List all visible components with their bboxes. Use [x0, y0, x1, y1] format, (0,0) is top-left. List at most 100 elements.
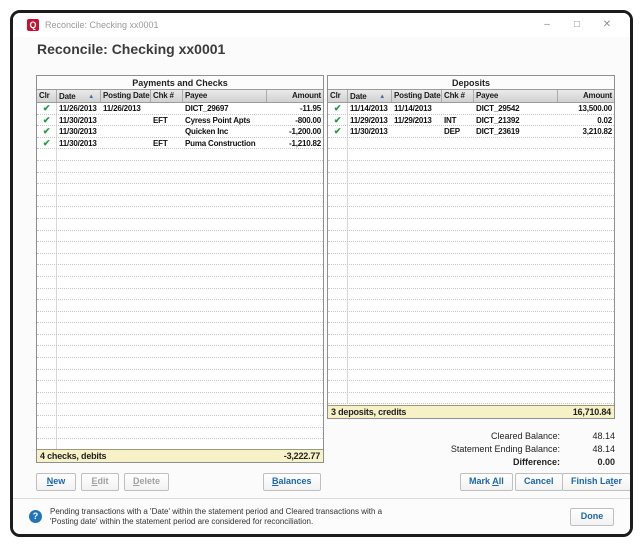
clr-cell: [328, 300, 348, 311]
date-cell: [57, 161, 101, 172]
cancel-button[interactable]: Cancel: [515, 473, 563, 491]
balance-summary: Cleared Balance: 48.14 Statement Ending …: [327, 430, 615, 469]
close-icon[interactable]: ✕: [592, 13, 622, 37]
payee-cell: [474, 370, 558, 381]
chk-cell: [151, 335, 183, 346]
column-header-date[interactable]: Date ▲: [348, 90, 392, 102]
date-cell: 11/30/2013: [57, 126, 101, 137]
posting-date-cell: [101, 439, 151, 449]
clr-cell: [37, 231, 57, 242]
date-cell: [348, 196, 392, 207]
cleared-check-icon: ✔: [37, 126, 57, 137]
amount-cell: [558, 219, 614, 230]
chk-cell: [151, 439, 183, 449]
clr-cell: [328, 312, 348, 323]
title-bar: Q Reconcile: Checking xx0001 – □ ✕: [13, 13, 630, 37]
empty-row: [328, 323, 614, 335]
payee-cell: [474, 138, 558, 149]
amount-cell: [267, 370, 323, 381]
payee-cell: [474, 149, 558, 160]
chk-cell: [442, 219, 474, 230]
transaction-row[interactable]: ✔11/30/2013Quicken Inc-1,200.00: [37, 126, 323, 138]
done-button[interactable]: Done: [570, 508, 614, 526]
payee-cell: [474, 265, 558, 276]
chk-cell: [151, 416, 183, 427]
payments-summary-row: 4 checks, debits -3,222.77: [37, 449, 323, 462]
deposits-summary-amount: 16,710.84: [573, 406, 611, 418]
transaction-row[interactable]: ✔11/26/201311/26/2013DICT_29697-11.95: [37, 103, 323, 115]
amount-cell: [558, 393, 614, 404]
payee-cell: [183, 416, 267, 427]
amount-cell: [267, 312, 323, 323]
column-header-chk[interactable]: Chk #: [151, 90, 183, 102]
payee-cell: [183, 381, 267, 392]
column-header-date[interactable]: Date ▲: [57, 90, 101, 102]
clr-cell: [37, 416, 57, 427]
payee-cell: [183, 184, 267, 195]
mark-all-button[interactable]: Mark All: [460, 473, 513, 491]
column-header-clr[interactable]: Clr: [37, 90, 57, 102]
date-cell: 11/29/2013: [348, 115, 392, 126]
date-cell: [348, 219, 392, 230]
column-header-posting-date[interactable]: Posting Date: [101, 90, 151, 102]
label-part: elete: [140, 476, 161, 486]
date-cell: [348, 381, 392, 392]
screenshot-canvas: Q Reconcile: Checking xx0001 – □ ✕ Recon…: [0, 0, 643, 548]
clr-cell: [37, 265, 57, 276]
help-icon[interactable]: ?: [29, 510, 42, 523]
date-cell: [348, 254, 392, 265]
amount-cell: [267, 439, 323, 449]
payee-cell: [474, 277, 558, 288]
column-header-amount[interactable]: Amount: [267, 90, 323, 102]
amount-cell: [558, 196, 614, 207]
posting-date-cell: [101, 138, 151, 149]
maximize-icon[interactable]: □: [562, 13, 592, 37]
transaction-row[interactable]: ✔11/30/2013EFTCyress Point Apts-800.00: [37, 115, 323, 127]
transaction-row[interactable]: ✔11/14/201311/14/2013DICT_2954213,500.00: [328, 103, 614, 115]
edit-button[interactable]: Edit: [81, 473, 119, 491]
posting-date-cell: 11/14/2013: [392, 103, 442, 114]
balances-button[interactable]: Balances: [263, 473, 321, 491]
payments-column-headers: Clr Date ▲ Posting Date Chk # Payee Amou…: [37, 90, 323, 103]
chk-cell: [442, 289, 474, 300]
column-header-payee[interactable]: Payee: [183, 90, 267, 102]
amount-cell: [267, 335, 323, 346]
empty-row: [328, 335, 614, 347]
date-cell: [57, 242, 101, 253]
column-header-clr[interactable]: Clr: [328, 90, 348, 102]
posting-date-cell: [392, 393, 442, 404]
payee-cell: [474, 381, 558, 392]
difference-label: Difference:: [513, 456, 560, 469]
transaction-row[interactable]: ✔11/30/2013DEPDICT_236193,210.82: [328, 126, 614, 138]
chk-cell: DEP: [442, 126, 474, 137]
date-cell: 11/30/2013: [57, 115, 101, 126]
column-header-posting-date[interactable]: Posting Date: [392, 90, 442, 102]
delete-button[interactable]: Delete: [124, 473, 169, 491]
chk-cell: [442, 242, 474, 253]
posting-date-cell: [101, 346, 151, 357]
clr-cell: [37, 393, 57, 404]
column-header-chk[interactable]: Chk #: [442, 90, 474, 102]
empty-row: [328, 207, 614, 219]
column-header-amount[interactable]: Amount: [558, 90, 614, 102]
label-part: dit: [98, 476, 109, 486]
payee-cell: [474, 173, 558, 184]
date-cell: [57, 312, 101, 323]
payee-cell: [474, 323, 558, 334]
column-header-payee[interactable]: Payee: [474, 90, 558, 102]
transaction-row[interactable]: ✔11/30/2013EFTPuma Construction-1,210.82: [37, 138, 323, 150]
new-button[interactable]: New: [36, 473, 76, 491]
posting-date-cell: [101, 381, 151, 392]
chk-cell: [151, 184, 183, 195]
date-cell: [348, 312, 392, 323]
payee-cell: [183, 231, 267, 242]
date-cell: 11/30/2013: [57, 138, 101, 149]
empty-row: [37, 184, 323, 196]
clr-cell: [37, 335, 57, 346]
clr-cell: [37, 173, 57, 184]
transaction-row[interactable]: ✔11/29/201311/29/2013INTDICT_213920.02: [328, 115, 614, 127]
clr-cell: [328, 219, 348, 230]
clr-cell: [37, 184, 57, 195]
finish-later-button[interactable]: Finish Later: [562, 473, 631, 491]
minimize-icon[interactable]: –: [532, 13, 562, 37]
